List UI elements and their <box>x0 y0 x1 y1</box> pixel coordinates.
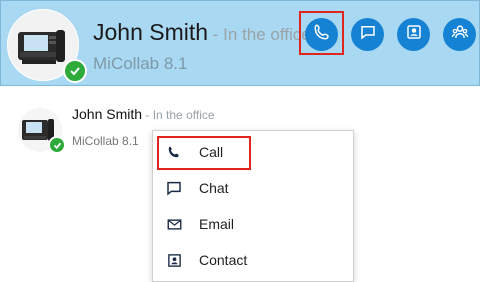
chat-button[interactable] <box>351 18 384 51</box>
menu-item-label: Contact <box>199 252 248 268</box>
menu-item-chat[interactable]: Chat <box>153 170 353 206</box>
contact-name: John Smith <box>72 106 143 122</box>
chat-icon <box>165 179 183 197</box>
presence-text: - In the office <box>142 108 215 122</box>
group-icon <box>450 22 470 47</box>
contact-header-card: John Smith - In the office MiCollab 8.1 <box>0 0 480 86</box>
group-button[interactable] <box>443 18 476 51</box>
available-status-icon <box>63 59 87 83</box>
contact-name-header: John Smith - In the office <box>93 19 311 46</box>
available-status-icon <box>48 136 66 154</box>
call-menu-item-highlight <box>157 136 251 170</box>
call-button[interactable] <box>305 18 338 51</box>
chat-icon <box>359 23 377 46</box>
menu-item-label: Chat <box>199 180 229 196</box>
contact-card-icon <box>165 251 183 269</box>
contact-name: John Smith <box>93 19 209 45</box>
product-label: MiCollab 8.1 <box>93 54 188 73</box>
presence-text: - In the office <box>208 25 311 44</box>
product-label: MiCollab 8.1 <box>72 134 139 148</box>
envelope-icon <box>165 215 183 233</box>
contact-card-icon <box>405 23 423 46</box>
menu-item-contact[interactable]: Contact <box>153 242 353 278</box>
menu-item-label: Email <box>199 216 235 232</box>
contact-entry-name-row[interactable]: John Smith - In the office <box>72 106 215 122</box>
phone-icon <box>313 23 331 46</box>
contact-card-button[interactable] <box>397 18 430 51</box>
menu-item-email[interactable]: Email <box>153 206 353 242</box>
